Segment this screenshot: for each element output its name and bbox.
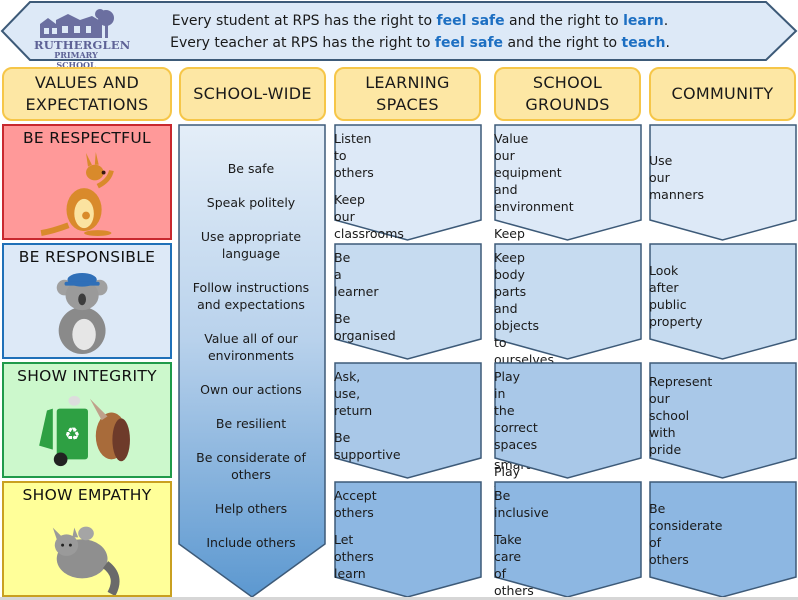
header-school-wide: SCHOOL-WIDE	[179, 67, 326, 121]
value-show-empathy: SHOW EMPATHY	[2, 481, 172, 597]
arrow-polygon	[649, 481, 797, 598]
school-wide-item: Help others	[214, 501, 288, 516]
motto-highlight: teach	[621, 35, 666, 51]
header-values: VALUES AND EXPECTATIONS	[2, 67, 172, 121]
school-wide-item: Follow instructions and expectations	[192, 280, 310, 312]
school-wide-item: Include others	[206, 535, 296, 550]
school-wide-item: Be resilient	[215, 416, 287, 431]
student-motto: Every student at RPS has the right to fe…	[140, 10, 700, 32]
school-wide-item: Use appropriate language	[200, 229, 302, 261]
school-wide-item: Be safe	[227, 161, 275, 176]
value-title: BE RESPONSIBLE	[18, 248, 156, 266]
motto-highlight: learn	[623, 13, 664, 29]
down-arrow-shape	[334, 243, 482, 360]
school-wide-item: Value all of our environments	[204, 331, 298, 363]
school-wide-list: Be safe Speak politely Use appropriate lan…	[178, 160, 324, 568]
motto-text: .	[665, 35, 670, 51]
down-arrow-shape	[649, 481, 797, 598]
header-community: COMMUNITY	[649, 67, 796, 121]
arrow-polygon	[649, 124, 797, 241]
down-arrow-shape	[649, 124, 797, 241]
motto-highlight: feel safe	[436, 13, 505, 29]
svg-text:♻: ♻	[64, 425, 80, 445]
value-show-integrity: SHOW INTEGRITY ♻	[2, 362, 172, 478]
motto-highlight: feel safe	[434, 35, 504, 51]
motto-text: and the right to	[504, 13, 624, 29]
value-title: SHOW INTEGRITY	[17, 367, 157, 385]
school-wide-item: Own our actions	[200, 382, 302, 397]
header-school-grounds: SCHOOL GROUNDS	[494, 67, 641, 121]
school-logo: RUTHERGLEN PRIMARY SCHOOL	[34, 8, 130, 70]
school-wide-item: Be considerate of others	[196, 450, 306, 482]
echidna-recycle-bin-icon: ♻	[39, 395, 130, 467]
header-learning-spaces: LEARNING SPACES	[334, 67, 481, 121]
kangaroo-icon	[40, 152, 114, 236]
possum-icon	[52, 526, 120, 595]
motto-text: .	[663, 13, 669, 29]
motto-text: Every teacher at RPS has the right to	[170, 35, 435, 51]
school-wide-item: Speak politely	[206, 195, 296, 210]
teacher-motto: Every teacher at RPS has the right to fe…	[140, 32, 700, 54]
motto-text: and the right to	[503, 35, 622, 51]
value-title: BE RESPECTFUL	[23, 129, 151, 147]
value-be-responsible: BE RESPONSIBLE	[2, 243, 172, 359]
school-building-icon	[40, 9, 114, 38]
value-be-respectful: BE RESPECTFUL	[2, 124, 172, 240]
koala-icon	[56, 272, 108, 355]
motto-text: Every student at RPS has the right to	[171, 13, 437, 29]
banner: RUTHERGLEN PRIMARY SCHOOL Every student …	[0, 0, 798, 70]
motto: Every student at RPS has the right to fe…	[140, 10, 700, 54]
value-title: SHOW EMPATHY	[22, 486, 152, 504]
